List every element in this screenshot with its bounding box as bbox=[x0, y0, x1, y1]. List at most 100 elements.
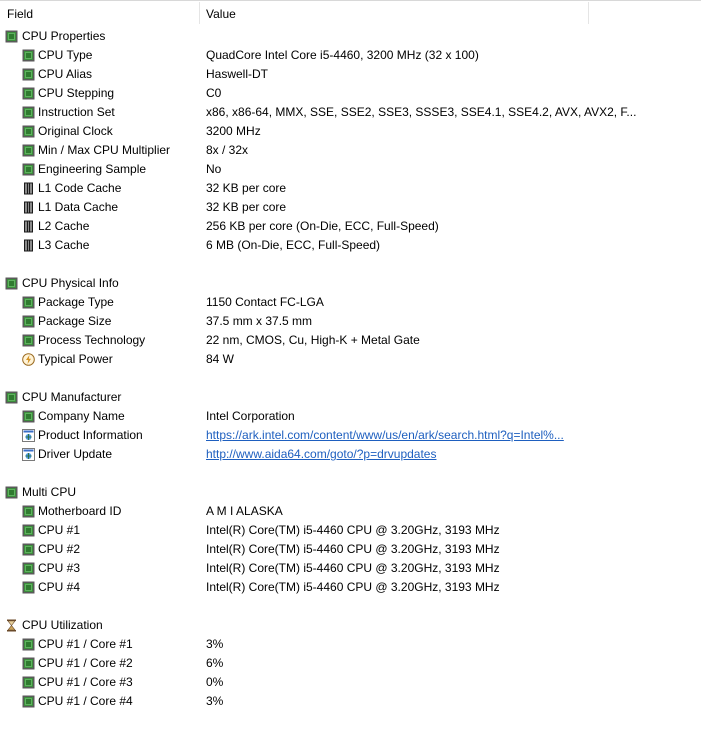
property-row[interactable]: CPU Alias Haswell-DT bbox=[0, 65, 701, 84]
field-label: Instruction Set bbox=[38, 105, 115, 119]
column-separator[interactable] bbox=[588, 2, 589, 24]
cpu-chip-icon bbox=[5, 391, 18, 404]
cpu-chip-icon bbox=[22, 543, 35, 556]
field-label: CPU Stepping bbox=[38, 86, 115, 100]
category-row[interactable]: CPU Utilization bbox=[0, 616, 701, 635]
field-value: Intel(R) Core(TM) i5-4460 CPU @ 3.20GHz,… bbox=[206, 580, 500, 594]
cpu-chip-icon bbox=[22, 695, 35, 708]
property-row[interactable]: Original Clock 3200 MHz bbox=[0, 122, 701, 141]
property-row[interactable]: Package Type 1150 Contact FC-LGA bbox=[0, 293, 701, 312]
column-header-field[interactable]: Field bbox=[7, 0, 33, 27]
property-row[interactable]: CPU #1 / Core #4 3% bbox=[0, 692, 701, 711]
field-label: CPU Type bbox=[38, 48, 93, 62]
property-row[interactable]: Instruction Set x86, x86-64, MMX, SSE, SS… bbox=[0, 103, 701, 122]
field-label: Engineering Sample bbox=[38, 162, 147, 176]
field-value: QuadCore Intel Core i5-4460, 3200 MHz (3… bbox=[206, 48, 479, 62]
property-row[interactable]: CPU #1 Intel(R) Core(TM) i5-4460 CPU @ 3.… bbox=[0, 521, 701, 540]
cpu-chip-icon bbox=[22, 315, 35, 328]
field-value: C0 bbox=[206, 86, 222, 100]
web-link-icon bbox=[22, 448, 35, 461]
field-label: Typical Power bbox=[38, 352, 113, 366]
field-value: 22 nm, CMOS, Cu, High-K + Metal Gate bbox=[206, 333, 420, 347]
field-value: 32 KB per core bbox=[206, 200, 287, 214]
property-row[interactable]: Package Size 37.5 mm x 37.5 mm bbox=[0, 312, 701, 331]
memory-module-icon bbox=[22, 239, 35, 252]
property-row[interactable]: CPU #1 / Core #2 6% bbox=[0, 654, 701, 673]
field-label: Original Clock bbox=[38, 124, 113, 138]
value-link[interactable]: http://www.aida64.com/goto/?p=drvupdates bbox=[206, 445, 436, 464]
property-row[interactable]: Typical Power 84 W bbox=[0, 350, 701, 369]
field-label: CPU #1 / Core #3 bbox=[38, 675, 133, 689]
field-label: Process Technology bbox=[38, 333, 146, 347]
cpu-chip-icon bbox=[22, 657, 35, 670]
category-row[interactable]: CPU Physical Info bbox=[0, 274, 701, 293]
field-value: Intel Corporation bbox=[206, 409, 295, 423]
category-row[interactable]: CPU Properties bbox=[0, 27, 701, 46]
property-row[interactable]: L3 Cache 6 MB (On-Die, ECC, Full-Speed) bbox=[0, 236, 701, 255]
field-label: Min / Max CPU Multiplier bbox=[38, 143, 171, 157]
cpu-chip-icon bbox=[22, 125, 35, 138]
field-label: Package Type bbox=[38, 295, 114, 309]
category-label: CPU Manufacturer bbox=[22, 390, 122, 404]
category-label: CPU Properties bbox=[22, 29, 106, 43]
category-row[interactable]: CPU Manufacturer bbox=[0, 388, 701, 407]
property-row[interactable]: Process Technology 22 nm, CMOS, Cu, High-… bbox=[0, 331, 701, 350]
property-row[interactable]: L1 Data Cache 32 KB per core bbox=[0, 198, 701, 217]
cpu-chip-icon bbox=[22, 410, 35, 423]
field-label: CPU Alias bbox=[38, 67, 93, 81]
field-label: Driver Update bbox=[38, 447, 113, 461]
cpu-chip-icon bbox=[22, 524, 35, 537]
property-row[interactable]: CPU #4 Intel(R) Core(TM) i5-4460 CPU @ 3.… bbox=[0, 578, 701, 597]
field-value: 3% bbox=[206, 694, 224, 708]
blank-row bbox=[0, 369, 701, 388]
memory-module-icon bbox=[22, 182, 35, 195]
property-row[interactable]: CPU Stepping C0 bbox=[0, 84, 701, 103]
field-value: Intel(R) Core(TM) i5-4460 CPU @ 3.20GHz,… bbox=[206, 561, 500, 575]
property-row[interactable]: Product Information https://ark.intel.com… bbox=[0, 426, 701, 445]
cpu-chip-icon bbox=[22, 334, 35, 347]
field-label: CPU #1 / Core #1 bbox=[38, 637, 133, 651]
field-value: 8x / 32x bbox=[206, 143, 249, 157]
property-row[interactable]: CPU #1 / Core #3 0% bbox=[0, 673, 701, 692]
property-row[interactable]: Min / Max CPU Multiplier 8x / 32x bbox=[0, 141, 701, 160]
cpu-chip-icon bbox=[22, 87, 35, 100]
blank-row bbox=[0, 255, 701, 274]
property-row[interactable]: Driver Update http://www.aida64.com/goto/… bbox=[0, 445, 701, 464]
field-value: 1150 Contact FC-LGA bbox=[206, 295, 324, 309]
cpu-chip-icon bbox=[22, 638, 35, 651]
hourglass-icon bbox=[5, 619, 18, 632]
property-row[interactable]: L2 Cache 256 KB per core (On-Die, ECC, Fu… bbox=[0, 217, 701, 236]
cpu-chip-icon bbox=[5, 30, 18, 43]
cpu-chip-icon bbox=[22, 144, 35, 157]
property-row[interactable]: L1 Code Cache 32 KB per core bbox=[0, 179, 701, 198]
category-label: CPU Utilization bbox=[22, 618, 103, 632]
field-label: Package Size bbox=[38, 314, 112, 328]
category-row[interactable]: Multi CPU bbox=[0, 483, 701, 502]
field-value: 256 KB per core (On-Die, ECC, Full-Speed… bbox=[206, 219, 439, 233]
field-value: 37.5 mm x 37.5 mm bbox=[206, 314, 313, 328]
field-label: L2 Cache bbox=[38, 219, 90, 233]
property-row[interactable]: CPU Type QuadCore Intel Core i5-4460, 320… bbox=[0, 46, 701, 65]
property-row[interactable]: Motherboard ID A M I ALASKA bbox=[0, 502, 701, 521]
field-value: Haswell-DT bbox=[206, 67, 269, 81]
cpu-chip-icon bbox=[22, 49, 35, 62]
property-row[interactable]: Engineering Sample No bbox=[0, 160, 701, 179]
memory-module-icon bbox=[22, 220, 35, 233]
field-value: 6 MB (On-Die, ECC, Full-Speed) bbox=[206, 238, 381, 252]
property-row[interactable]: Company Name Intel Corporation bbox=[0, 407, 701, 426]
blank-row bbox=[0, 464, 701, 483]
category-label: Multi CPU bbox=[22, 485, 77, 499]
field-label: Company Name bbox=[38, 409, 125, 423]
property-row[interactable]: CPU #2 Intel(R) Core(TM) i5-4460 CPU @ 3.… bbox=[0, 540, 701, 559]
property-row[interactable]: CPU #3 Intel(R) Core(TM) i5-4460 CPU @ 3.… bbox=[0, 559, 701, 578]
web-link-icon bbox=[22, 429, 35, 442]
cpu-chip-icon bbox=[22, 676, 35, 689]
field-label: L1 Data Cache bbox=[38, 200, 119, 214]
power-bolt-icon bbox=[22, 353, 35, 366]
column-header-value[interactable]: Value bbox=[206, 0, 236, 27]
property-row[interactable]: CPU #1 / Core #1 3% bbox=[0, 635, 701, 654]
value-link[interactable]: https://ark.intel.com/content/www/us/en/… bbox=[206, 426, 564, 445]
column-separator[interactable] bbox=[199, 2, 200, 24]
field-value: Intel(R) Core(TM) i5-4460 CPU @ 3.20GHz,… bbox=[206, 542, 500, 556]
cpu-chip-icon bbox=[22, 163, 35, 176]
